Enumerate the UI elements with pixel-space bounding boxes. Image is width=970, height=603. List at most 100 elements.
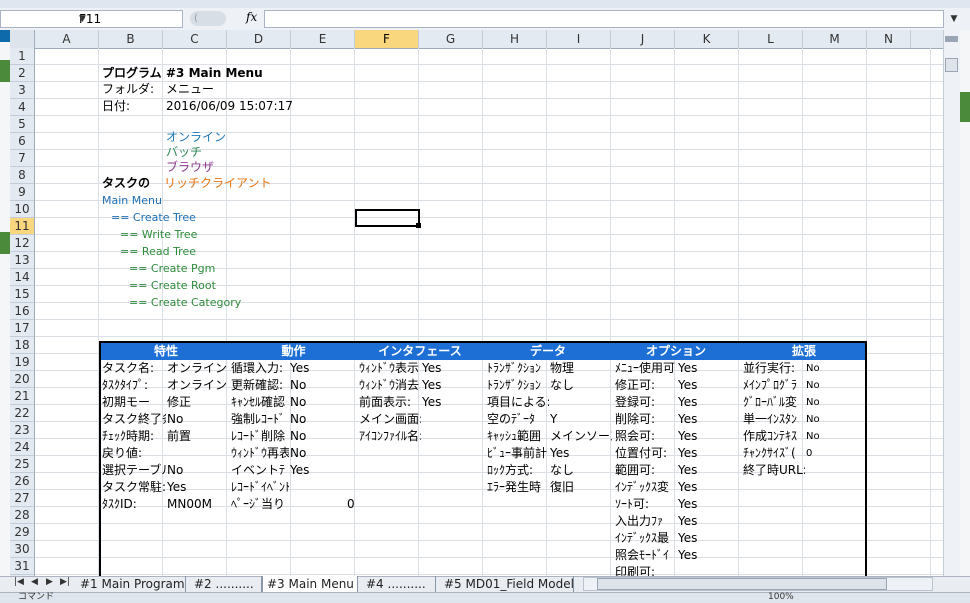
table-field-label: 前面表示: [359,395,412,409]
table-field-label: ﾀｽｸID: [102,497,137,511]
legend-batch: バッチ [166,145,203,159]
tree-create-root: == Create Root [129,279,216,292]
program-value: #3 Main Menu [166,66,263,80]
table-field-value: Yes [678,480,698,494]
table-field-value: 復旧 [550,480,575,494]
column-header-i[interactable]: I [547,30,611,48]
sheet-tab[interactable]: #2 .......... [190,576,262,592]
first-sheet-icon[interactable]: |◀ [14,577,24,587]
row-header-14[interactable]: 14 [10,269,35,286]
expand-formula-bar-icon[interactable]: ▼ [946,10,962,28]
table-field-value: Yes [550,446,570,460]
table-field-value: No [806,397,820,408]
column-header-l[interactable]: L [739,30,803,48]
split-handle[interactable] [945,36,958,42]
row-header-16[interactable]: 16 [10,303,35,320]
vertical-scroll-thumb[interactable] [945,58,958,72]
name-box[interactable]: F11 ▼ [0,10,183,28]
vertical-scrollbar[interactable] [943,30,961,576]
table-field-value: オンライン [167,361,228,375]
row-header-31[interactable]: 31 [10,558,35,575]
sheet-tab-active[interactable]: #3 Main Menu [262,576,358,592]
table-field-label: 項目による: [487,395,549,409]
date-value: 2016/06/09 15:07:17 [166,99,293,113]
row-header-12[interactable]: 12 [10,235,35,252]
table-field-value: Yes [422,378,442,392]
row-header-2[interactable]: 2 [10,65,35,82]
column-header-c[interactable]: C [163,30,227,48]
row-header-4[interactable]: 4 [10,99,35,116]
table-field-label: 戻り値: [102,446,143,460]
column-header-m[interactable]: M [803,30,867,48]
row-header-6[interactable]: 6 [10,133,35,150]
column-header-e[interactable]: E [291,30,355,48]
row-header-10[interactable]: 10 [10,201,35,218]
row-header-25[interactable]: 25 [10,456,35,473]
table-field-value: Yes [422,361,442,375]
cancel-icon[interactable]: ( [190,11,226,26]
horizontal-scroll-thumb[interactable] [597,578,887,590]
active-cell[interactable] [355,209,420,227]
prev-sheet-icon[interactable]: ◀ [31,577,38,587]
next-sheet-icon[interactable]: ▶ [46,577,53,587]
date-label: 日付: [102,99,131,113]
column-header-n[interactable]: N [867,30,911,48]
fill-handle[interactable] [416,223,421,228]
row-header-18[interactable]: 18 [10,337,35,354]
row-header-28[interactable]: 28 [10,507,35,524]
task-heading: タスクの [102,176,151,190]
formula-input[interactable] [264,10,944,28]
table-header-cell: 特性 [153,344,178,358]
row-header-13[interactable]: 13 [10,252,35,269]
row-header-17[interactable]: 17 [10,320,35,337]
row-header-8[interactable]: 8 [10,167,35,184]
column-header-k[interactable]: K [675,30,739,48]
row-header-24[interactable]: 24 [10,439,35,456]
row-header-26[interactable]: 26 [10,473,35,490]
row-header-15[interactable]: 15 [10,286,35,303]
program-label: プログラム [102,66,162,80]
table-field-value: Yes [678,446,698,460]
table-header-row: 特性 動作 インタフェース データ オプション 拡張 [101,343,865,360]
column-header-j[interactable]: J [611,30,675,48]
row-header-30[interactable]: 30 [10,541,35,558]
table-field-label: 循環入力: [231,361,284,375]
sheet-tab[interactable]: #5 MD01_Field Models [440,576,574,592]
row-header-29[interactable]: 29 [10,524,35,541]
row-header-7[interactable]: 7 [10,150,35,167]
column-header-b[interactable]: B [99,30,163,48]
last-sheet-icon[interactable]: ▶| [60,577,70,587]
row-header-22[interactable]: 22 [10,405,35,422]
row-header-19[interactable]: 19 [10,354,35,371]
column-header-g[interactable]: G [419,30,483,48]
chevron-down-icon[interactable]: ▼ [79,11,179,27]
row-header-23[interactable]: 23 [10,422,35,439]
column-header-h[interactable]: H [483,30,547,48]
column-header-a[interactable]: A [35,30,99,48]
table-field-label: ｿｰﾄ可: [615,497,650,511]
row-header-1[interactable]: 1 [10,48,35,65]
row-header-21[interactable]: 21 [10,388,35,405]
row-header-5[interactable]: 5 [10,116,35,133]
zoom-level[interactable]: 100% [768,592,794,602]
row-header-3[interactable]: 3 [10,82,35,99]
sheet-tab[interactable]: #1 Main Program [76,576,186,592]
sheet-tab[interactable]: #4 .......... [362,576,436,592]
row-header-11[interactable]: 11 [10,218,35,235]
table-field-label: 終了時URL: [743,463,805,477]
table-field-label: ｱｲｺﾝﾌｧｲﾙ名: [359,429,421,443]
table-field-label: ﾒﾆｭｰ使用可 [615,361,676,375]
table-field-value: 0 [806,448,813,459]
column-header-d[interactable]: D [227,30,291,48]
table-field-value: 0 [347,497,355,511]
table-field-value: Yes [678,548,698,562]
select-all-corner[interactable] [10,30,35,48]
row-header-20[interactable]: 20 [10,371,35,388]
table-field-label: 修正可: [615,378,656,392]
row-header-27[interactable]: 27 [10,490,35,507]
column-header-f[interactable]: F [355,30,419,48]
insert-function-icon[interactable]: fx [246,10,257,24]
table-field-value: オンライン [167,378,228,392]
row-header-9[interactable]: 9 [10,184,35,201]
table-field-label: ｳｨﾝﾄﾞｳ表示 [359,361,420,375]
